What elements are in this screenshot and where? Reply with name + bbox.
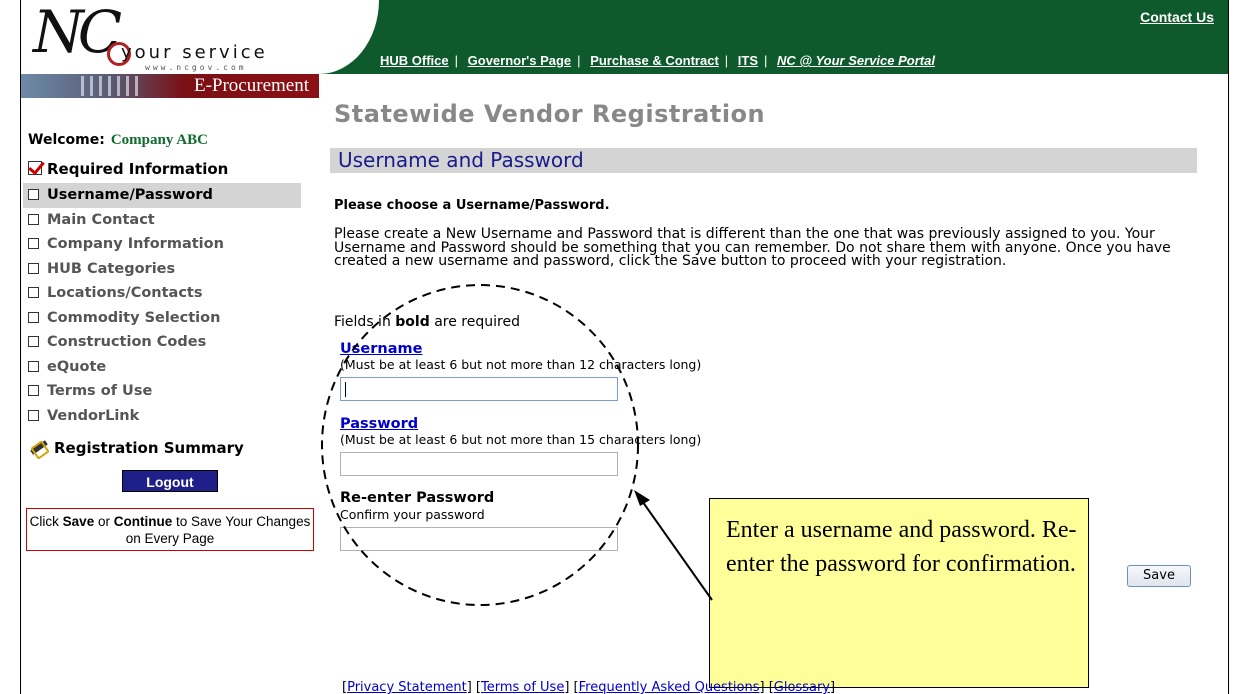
sidebar-item-hub-categories[interactable]: HUB Categories (23, 257, 301, 282)
page-title: Statewide Vendor Registration (334, 100, 766, 128)
top-nav-bar: Contact Us HUB Office | Governor's Page | … (319, 0, 1228, 74)
text-cursor (345, 382, 346, 397)
sidebar-item-label: Main Contact (47, 211, 155, 228)
sidebar-item-label: HUB Categories (47, 260, 176, 277)
required-information-label: Required Information (47, 160, 229, 178)
sidebar-item-label: Locations/Contacts (47, 285, 203, 301)
sidebar-item-equote[interactable]: eQuote (23, 355, 301, 380)
sidebar-item-company-information[interactable]: Company Information (23, 232, 301, 257)
eprocurement-banner: E-Procurement (21, 74, 319, 98)
sidebar-item-label: Username/Password (47, 187, 213, 203)
welcome-label: Welcome: (28, 132, 105, 148)
required-fields-note: Fields in bold are required (334, 314, 520, 330)
callout-arrow-line (639, 497, 713, 601)
instruction-callout: Enter a username and password. Re-enter … (709, 498, 1089, 688)
nc-logo-mark: NC (33, 0, 122, 66)
username-label[interactable]: Username (340, 341, 422, 357)
sidebar-item-commodity-selection[interactable]: Commodity Selection (23, 306, 301, 331)
frame-left-border (20, 0, 21, 694)
save-note-text: Click (29, 514, 63, 529)
required-information-heading: Required Information (28, 160, 228, 178)
nc-logo[interactable]: NC your service www.ncgov.com (21, 0, 319, 74)
footer-link-terms[interactable]: Terms of Use (481, 680, 564, 694)
section-title: Username and Password (330, 148, 1197, 173)
unchecked-box-icon (28, 385, 39, 396)
nav-separator: | (724, 53, 729, 68)
save-note-text: or (94, 514, 114, 529)
banner-columns-graphic (81, 76, 141, 96)
registration-summary-link[interactable]: Registration Summary (28, 439, 244, 457)
sidebar-item-construction-codes[interactable]: Construction Codes (23, 330, 301, 355)
registration-steps-menu: Username/Password Main Contact Company I… (23, 183, 301, 428)
nav-link-its[interactable]: ITS (738, 53, 758, 68)
unchecked-box-icon (28, 311, 39, 323)
username-hint: (Must be at least 6 but not more than 12… (340, 357, 702, 372)
fields-note-bold-word: bold (395, 314, 430, 330)
footer-links: [Privacy Statement] [Terms of Use] [Freq… (342, 680, 836, 694)
password-label[interactable]: Password (340, 416, 418, 432)
reenter-password-label: Re-enter Password (340, 490, 495, 506)
sidebar-item-label: VendorLink (47, 407, 140, 424)
footer-link-glossary[interactable]: Glossary (774, 680, 830, 694)
save-reminder-note: Click Save or Continue to Save Your Chan… (26, 508, 314, 551)
top-nav-links: HUB Office | Governor's Page | Purchase & … (380, 53, 935, 68)
unchecked-box-icon (28, 238, 39, 249)
fields-note-text: Fields in (334, 314, 396, 330)
checked-box-icon (28, 161, 42, 175)
sidebar-item-label: Construction Codes (47, 334, 207, 350)
eprocurement-label: E-Procurement (193, 75, 309, 96)
footer-link-privacy[interactable]: Privacy Statement (347, 680, 467, 694)
nav-separator: | (577, 53, 581, 68)
password-input[interactable] (340, 452, 618, 476)
save-note-continue-word: Continue (113, 514, 173, 529)
registration-summary-label: Registration Summary (54, 439, 244, 457)
sidebar-item-main-contact[interactable]: Main Contact (23, 208, 301, 233)
unchecked-box-icon (28, 287, 39, 298)
callout-arrow-head (634, 490, 650, 506)
save-button[interactable]: Save (1127, 565, 1191, 587)
sidebar-item-label: Terms of Use (47, 383, 153, 399)
contact-us-link[interactable]: Contact Us (1140, 9, 1214, 25)
unchecked-box-icon (28, 360, 39, 372)
nav-link-governors-page[interactable]: Governor's Page (468, 53, 572, 68)
nav-link-hub-office[interactable]: HUB Office (380, 53, 449, 68)
sidebar-item-username-password[interactable]: Username/Password (23, 183, 301, 208)
username-input[interactable] (340, 377, 618, 401)
logo-tagline: your service (121, 42, 268, 63)
nav-separator: | (454, 53, 459, 68)
save-note-save-word: Save (62, 514, 95, 529)
unchecked-box-icon (28, 336, 39, 347)
nav-separator: | (764, 53, 768, 68)
nav-link-portal[interactable]: NC @ Your Service Portal (777, 53, 935, 68)
instruction-heading: Please choose a Username/Password. (334, 198, 610, 213)
sidebar-item-vendorlink[interactable]: VendorLink (23, 404, 301, 429)
unchecked-box-icon (28, 409, 39, 421)
logout-button[interactable]: Logout (122, 470, 218, 492)
nav-link-purchase-contract[interactable]: Purchase & Contract (590, 53, 719, 68)
pencil-icon (28, 439, 50, 455)
sidebar-item-label: eQuote (47, 358, 107, 375)
instruction-paragraph: Please create a New Username and Passwor… (334, 226, 1171, 269)
company-name: Company ABC (110, 132, 208, 148)
unchecked-box-icon (28, 262, 39, 274)
sidebar-item-label: Commodity Selection (47, 309, 221, 326)
frame-right-border (1228, 0, 1229, 694)
reenter-password-hint: Confirm your password (340, 507, 485, 522)
sidebar-item-locations-contacts[interactable]: Locations/Contacts (23, 281, 301, 306)
unchecked-box-icon (28, 213, 39, 225)
reenter-password-input[interactable] (340, 527, 618, 551)
welcome-line: Welcome: Company ABC (28, 132, 208, 149)
footer-link-faq[interactable]: Frequently Asked Questions (579, 680, 760, 694)
logo-url: www.ncgov.com (145, 63, 247, 72)
sidebar-item-terms-of-use[interactable]: Terms of Use (23, 379, 301, 404)
fields-note-text: are required (429, 314, 520, 330)
password-hint: (Must be at least 6 but not more than 15… (340, 432, 702, 447)
unchecked-box-icon (28, 189, 39, 200)
sidebar-item-label: Company Information (47, 236, 224, 252)
topbar-curve (319, 0, 379, 74)
